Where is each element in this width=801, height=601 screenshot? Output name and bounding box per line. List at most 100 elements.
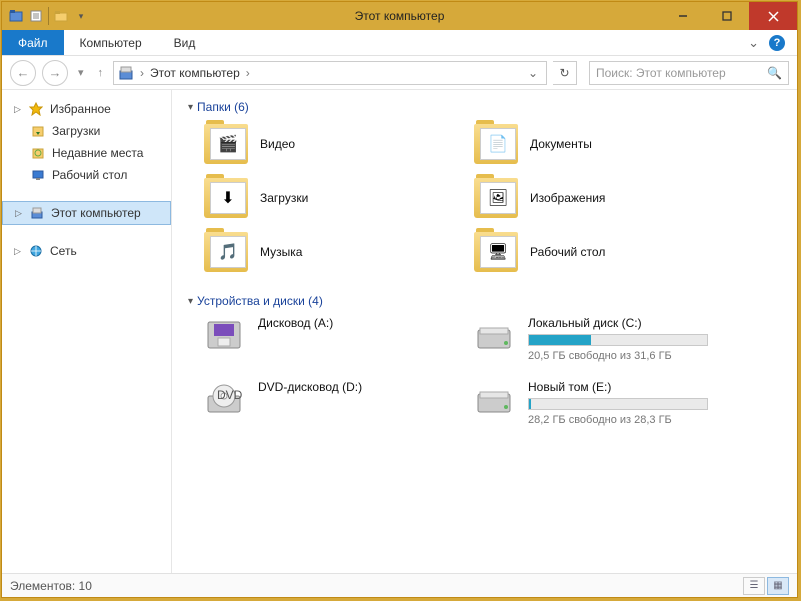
downloads-icon: [30, 123, 46, 139]
folder-label: Изображения: [530, 191, 605, 205]
status-text: Элементов: 10: [10, 579, 92, 593]
up-button[interactable]: ↑: [94, 67, 108, 79]
caret-icon: ▾: [188, 102, 193, 113]
address-bar[interactable]: › Этот компьютер › ⌄: [113, 61, 547, 85]
drive-icon: [472, 380, 516, 420]
network-group: ▷ Сеть: [2, 240, 171, 262]
drive-icon: DVD: [202, 380, 246, 420]
ribbon-tab-computer[interactable]: Компьютер: [64, 30, 158, 55]
ribbon-help-area: ⌄ ?: [748, 30, 797, 55]
folder-label: Видео: [260, 137, 295, 151]
sidebar-label: Избранное: [50, 102, 111, 116]
folder-icon: 🎬: [204, 124, 248, 164]
search-box[interactable]: 🔍: [589, 61, 789, 85]
refresh-button[interactable]: ↻: [553, 61, 577, 85]
drive-subtext: 20,5 ГБ свободно из 31,6 ГБ: [528, 350, 708, 362]
search-icon: 🔍: [767, 66, 782, 80]
sidebar-item-downloads[interactable]: Загрузки: [2, 120, 171, 142]
caret-icon: ▷: [14, 246, 22, 257]
qat-separator: [48, 7, 49, 25]
app-icon: [8, 8, 24, 24]
view-details-button[interactable]: ☰: [743, 577, 765, 595]
statusbar: Элементов: 10 ☰ ▦: [2, 573, 797, 597]
help-icon[interactable]: ?: [769, 35, 785, 51]
section-title: Папки (6): [197, 100, 249, 114]
this-pc-group: ▷ Этот компьютер: [2, 201, 171, 225]
sidebar-item-recent[interactable]: Недавние места: [2, 142, 171, 164]
chevron-right-icon[interactable]: ›: [244, 66, 252, 80]
caret-icon: ▾: [188, 296, 193, 307]
folder-label: Рабочий стол: [530, 245, 605, 259]
folder-icon: ⬇: [204, 178, 248, 218]
folder-label: Музыка: [260, 245, 302, 259]
address-dropdown-icon[interactable]: ⌄: [524, 66, 542, 80]
drives-header[interactable]: ▾ Устройства и диски (4): [188, 294, 781, 308]
address-icon: [118, 65, 134, 81]
folder-icon: 🎵: [204, 232, 248, 272]
drive-icon: [202, 316, 246, 356]
drives-grid: Дисковод (A:) Локальный диск (C:)20,5 ГБ …: [200, 314, 781, 428]
folder-label: Документы: [530, 137, 592, 151]
star-icon: [28, 101, 44, 117]
search-input[interactable]: [596, 66, 761, 80]
sidebar-network[interactable]: ▷ Сеть: [2, 240, 171, 262]
drive-capacity-bar: [528, 398, 708, 410]
qat-dropdown-icon[interactable]: ▾: [73, 8, 89, 24]
chevron-right-icon[interactable]: ›: [138, 66, 146, 80]
drive-item[interactable]: Дисковод (A:): [200, 314, 460, 364]
computer-icon: [29, 205, 45, 221]
folder-item[interactable]: 🎵 Музыка: [200, 228, 450, 276]
view-tiles-button[interactable]: ▦: [767, 577, 789, 595]
navigation-pane[interactable]: ▷ Избранное Загрузки Недавние места Ра: [2, 90, 172, 573]
drive-subtext: 28,2 ГБ свободно из 28,3 ГБ: [528, 414, 708, 426]
quick-access-toolbar: ▾: [2, 7, 95, 25]
navbar: ← → ▾ ↑ › Этот компьютер › ⌄ ↻ 🔍: [2, 56, 797, 90]
folder-item[interactable]: 📄 Документы: [470, 120, 720, 168]
window-controls: [661, 2, 797, 30]
drive-label: DVD-дисковод (D:): [258, 380, 362, 394]
drive-icon: [472, 316, 516, 356]
ribbon-tabs: Файл Компьютер Вид ⌄ ?: [2, 30, 797, 56]
drive-label: Дисковод (A:): [258, 316, 333, 330]
svg-text:DVD: DVD: [217, 388, 243, 402]
drive-item[interactable]: Локальный диск (C:)20,5 ГБ свободно из 3…: [470, 314, 730, 364]
sidebar-label: Этот компьютер: [51, 206, 141, 220]
sidebar-favorites[interactable]: ▷ Избранное: [2, 98, 171, 120]
maximize-button[interactable]: [705, 2, 749, 30]
drive-capacity-bar: [528, 334, 708, 346]
sidebar-label: Загрузки: [52, 124, 100, 138]
drive-item[interactable]: Новый том (E:)28,2 ГБ свободно из 28,3 Г…: [470, 378, 730, 428]
sidebar-label: Недавние места: [52, 146, 143, 160]
ribbon-tab-view[interactable]: Вид: [158, 30, 212, 55]
address-segment[interactable]: Этот компьютер: [150, 66, 240, 80]
properties-icon[interactable]: [28, 8, 44, 24]
sidebar-label: Рабочий стол: [52, 168, 127, 182]
folder-icon: 📄: [474, 124, 518, 164]
close-button[interactable]: [749, 2, 797, 30]
folder-item[interactable]: 🎬 Видео: [200, 120, 450, 168]
folder-item[interactable]: ⬇ Загрузки: [200, 174, 450, 222]
drive-item[interactable]: DVD DVD-дисковод (D:): [200, 378, 460, 428]
recent-locations-button[interactable]: ▾: [74, 66, 88, 79]
desktop-icon: [30, 167, 46, 183]
folder-icon[interactable]: [53, 8, 69, 24]
folder-item[interactable]: 🖼Изображения: [470, 174, 720, 222]
folder-icon: 🖥: [474, 232, 518, 272]
sidebar-label: Сеть: [50, 244, 77, 258]
forward-button[interactable]: →: [42, 60, 68, 86]
folders-grid: 🎬 Видео 📄 Документы ⬇ Загрузки 🖼Изображения 🎵 Му…: [200, 120, 781, 276]
minimize-button[interactable]: [661, 2, 705, 30]
window-title: Этот компьютер: [355, 9, 445, 23]
sidebar-item-desktop[interactable]: Рабочий стол: [2, 164, 171, 186]
back-button[interactable]: ←: [10, 60, 36, 86]
caret-icon: ▷: [15, 208, 23, 219]
sidebar-this-pc[interactable]: ▷ Этот компьютер: [2, 201, 171, 225]
ribbon-expand-icon[interactable]: ⌄: [748, 35, 759, 51]
folder-label: Загрузки: [260, 191, 308, 205]
folder-item[interactable]: 🖥 Рабочий стол: [470, 228, 720, 276]
file-tab[interactable]: Файл: [2, 30, 64, 55]
content-pane[interactable]: ▾ Папки (6) 🎬 Видео 📄 Документы ⬇ Загрузки 🖼Из…: [172, 90, 797, 573]
favorites-group: ▷ Избранное Загрузки Недавние места Ра: [2, 98, 171, 186]
folders-header[interactable]: ▾ Папки (6): [188, 100, 781, 114]
titlebar[interactable]: ▾ Этот компьютер: [2, 2, 797, 30]
